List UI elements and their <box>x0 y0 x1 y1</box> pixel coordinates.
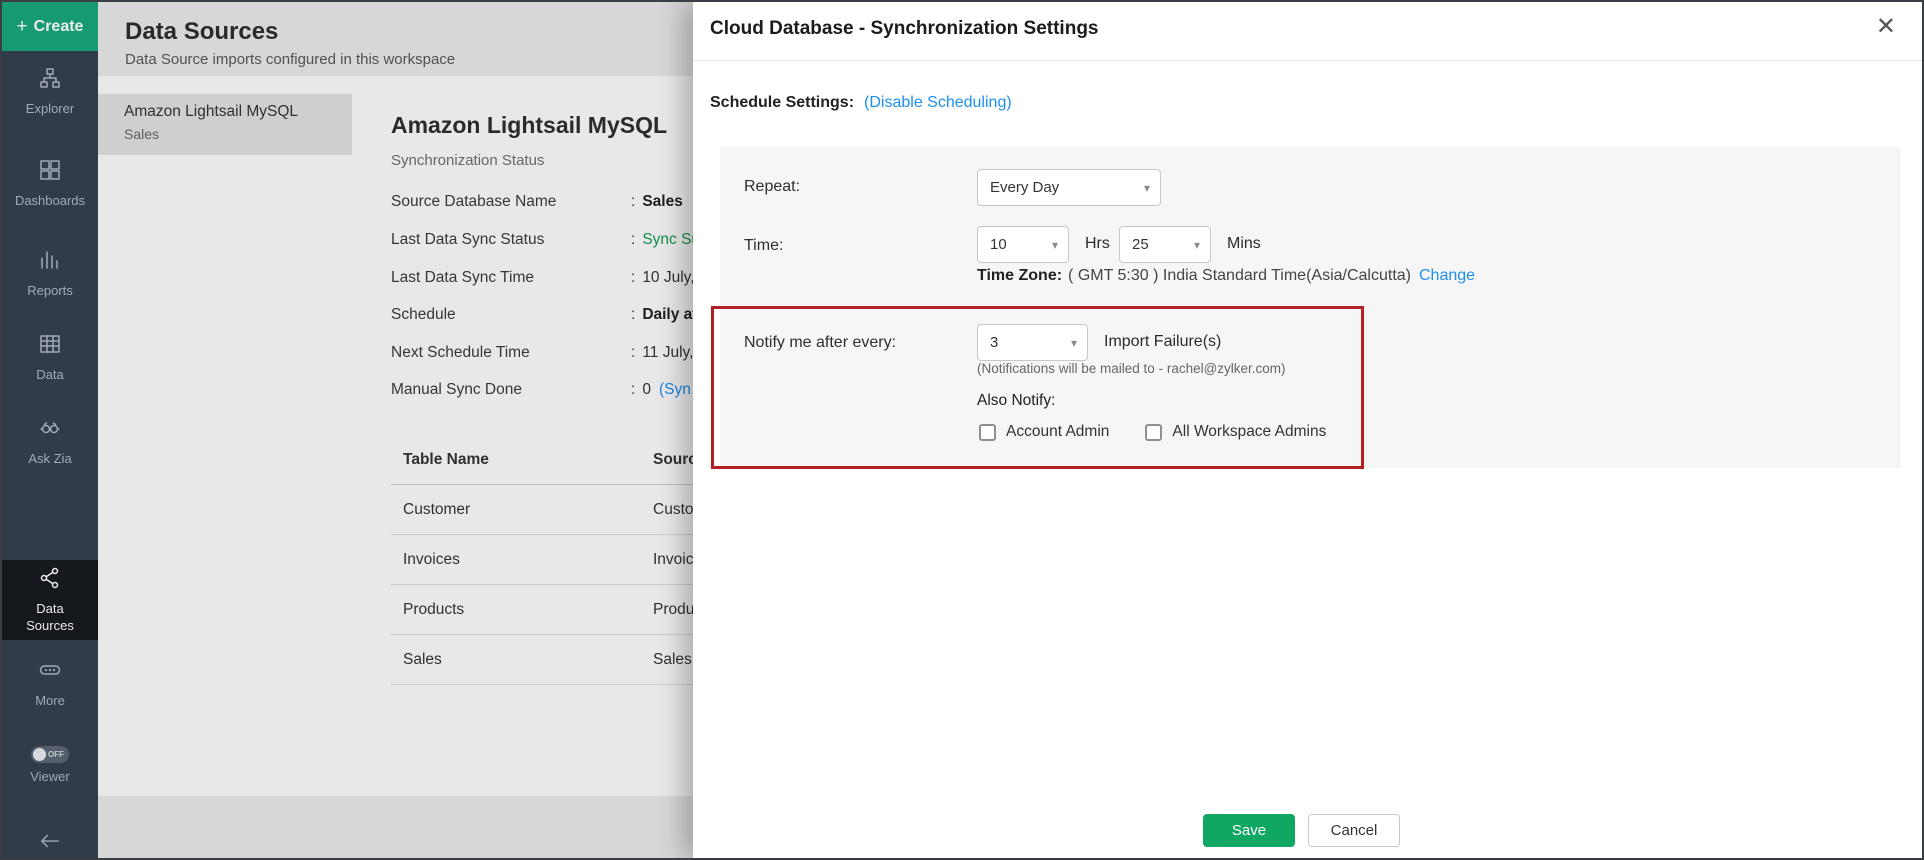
workspace-admins-checkbox[interactable] <box>1145 424 1162 441</box>
schedule-settings-label: Schedule Settings: <box>710 94 854 112</box>
also-notify-options: Account Admin All Workspace Admins <box>979 423 1326 441</box>
workspace-admins-label: All Workspace Admins <box>1172 423 1326 441</box>
sidebar-item-label: Viewer <box>30 769 70 785</box>
source-item-title: Amazon Lightsail MySQL <box>124 103 352 121</box>
hours-dropdown[interactable]: 10 ▾ <box>977 226 1069 263</box>
ask-zia-icon <box>38 416 62 445</box>
page-subtitle: Data Source imports configured in this w… <box>125 51 455 68</box>
save-button[interactable]: Save <box>1203 814 1295 847</box>
timezone-label: Time Zone: <box>977 267 1062 284</box>
source-list-item-selected[interactable]: Amazon Lightsail MySQL Sales <box>98 94 352 155</box>
repeat-dropdown-value: Every Day <box>990 179 1059 196</box>
close-icon[interactable]: ✕ <box>1876 12 1896 41</box>
source-item-subtitle: Sales <box>124 126 352 142</box>
sync-settings-modal: Cloud Database - Synchronization Setting… <box>693 2 1922 858</box>
account-admin-label: Account Admin <box>1006 423 1109 441</box>
data-sources-icon <box>38 566 62 595</box>
sidebar-item-data[interactable]: Data <box>2 332 98 383</box>
sidebar-item-reports[interactable]: Reports <box>2 248 98 299</box>
sidebar-item-label: Ask Zia <box>28 451 71 467</box>
viewer-toggle[interactable]: OFF <box>31 746 69 763</box>
more-icon <box>38 658 62 687</box>
modal-header-divider <box>693 60 1922 61</box>
plus-icon: + <box>17 17 28 36</box>
sidebar-item-label: Explorer <box>26 101 74 117</box>
sidebar-item-label: Data <box>36 367 63 383</box>
sync-status-value: Sync Su <box>642 231 700 248</box>
notify-label: Notify me after every: <box>744 334 896 352</box>
sidebar-item-label: Dashboards <box>15 193 85 209</box>
notify-count-dropdown[interactable]: 3 ▾ <box>977 324 1088 361</box>
mins-unit-label: Mins <box>1227 235 1261 253</box>
create-button-label: Create <box>34 18 84 36</box>
sidebar-item-dashboards[interactable]: Dashboards <box>2 158 98 209</box>
hours-dropdown-value: 10 <box>990 236 1007 253</box>
modal-title: Cloud Database - Synchronization Setting… <box>710 18 1099 40</box>
chevron-down-icon: ▾ <box>1144 181 1150 195</box>
sidebar-item-label: Data Sources <box>18 601 82 634</box>
chevron-down-icon: ▾ <box>1194 238 1200 252</box>
sidebar-item-label: Reports <box>27 283 73 299</box>
sync-status-section-label: Synchronization Status <box>391 152 544 169</box>
disable-scheduling-link[interactable]: (Disable Scheduling) <box>864 94 1012 112</box>
notify-count-value: 3 <box>990 334 998 351</box>
repeat-label: Repeat: <box>744 178 800 196</box>
create-button[interactable]: + Create <box>2 2 98 51</box>
import-failures-label: Import Failure(s) <box>1104 333 1221 351</box>
time-label: Time: <box>744 237 783 255</box>
repeat-dropdown[interactable]: Every Day ▾ <box>977 169 1161 206</box>
chevron-down-icon: ▾ <box>1052 238 1058 252</box>
schedule-settings-panel: Repeat: Every Day ▾ Time: 10 ▾ Hrs 25 ▾ … <box>720 147 1901 468</box>
minutes-dropdown-value: 25 <box>1132 236 1149 253</box>
sync-now-link[interactable]: (Syn <box>659 381 691 398</box>
account-admin-checkbox[interactable] <box>979 424 996 441</box>
minutes-dropdown[interactable]: 25 ▾ <box>1119 226 1211 263</box>
collapse-sidebar-icon[interactable] <box>2 830 98 852</box>
sidebar-item-label: More <box>35 693 65 709</box>
sidebar-item-data-sources[interactable]: Data Sources <box>2 560 98 640</box>
toggle-knob <box>33 748 46 761</box>
toggle-state-label: OFF <box>48 750 64 759</box>
cancel-button[interactable]: Cancel <box>1308 814 1400 847</box>
schedule-settings-line: Schedule Settings: (Disable Scheduling) <box>710 94 1012 112</box>
notification-email-note: (Notifications will be mailed to - rache… <box>977 361 1286 376</box>
reports-icon <box>38 248 62 277</box>
data-table-icon <box>38 332 62 361</box>
chevron-down-icon: ▾ <box>1071 336 1077 350</box>
sidebar: + Create Explorer Dashboards Reports <box>2 2 98 858</box>
also-notify-label: Also Notify: <box>977 392 1055 410</box>
timezone-value: ( GMT 5:30 ) India Standard Time(Asia/Ca… <box>1068 267 1411 284</box>
sidebar-item-explorer[interactable]: Explorer <box>2 66 98 117</box>
hrs-unit-label: Hrs <box>1085 235 1110 253</box>
source-detail-title: Amazon Lightsail MySQL <box>391 112 667 139</box>
sidebar-item-ask-zia[interactable]: Ask Zia <box>2 416 98 467</box>
app-window: + Create Explorer Dashboards Reports <box>0 0 1924 860</box>
sidebar-item-more[interactable]: More <box>2 658 98 709</box>
sidebar-item-viewer[interactable]: OFF Viewer <box>2 746 98 785</box>
timezone-line: Time Zone: ( GMT 5:30 ) India Standard Ti… <box>977 267 1475 285</box>
page-title: Data Sources <box>125 18 278 46</box>
timezone-change-link[interactable]: Change <box>1419 267 1475 284</box>
explorer-icon <box>38 66 62 95</box>
dashboards-icon <box>38 158 62 187</box>
